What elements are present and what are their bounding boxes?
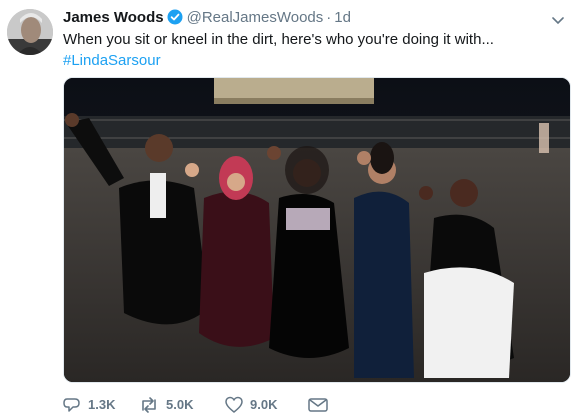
like-button[interactable]: 9.0K — [225, 395, 277, 415]
separator-dot: · — [326, 9, 332, 26]
chevron-down-icon[interactable] — [552, 12, 564, 30]
like-count: 9.0K — [250, 397, 278, 412]
retweet-icon — [139, 396, 159, 414]
dm-button[interactable] — [308, 395, 328, 415]
tweet-text: When you sit or kneel in the dirt, here'… — [63, 31, 494, 48]
tweet-header: James Woods @RealJamesWoods · 1d — [63, 8, 351, 28]
reply-count: 1.3K — [88, 397, 116, 412]
tweet[interactable]: James Woods @RealJamesWoods · 1d When you s… — [0, 0, 574, 416]
hashtag-link[interactable]: #LindaSarsour — [63, 50, 161, 71]
tweet-photo[interactable] — [63, 77, 571, 383]
heart-icon — [225, 396, 243, 414]
timestamp[interactable]: 1d — [334, 9, 351, 26]
retweet-button[interactable]: 5.0K — [139, 395, 193, 415]
author-name[interactable]: James Woods — [63, 9, 164, 26]
reply-button[interactable]: 1.3K — [63, 395, 115, 415]
author-handle[interactable]: @RealJamesWoods — [187, 9, 324, 26]
reply-icon — [63, 396, 81, 414]
retweet-count: 5.0K — [166, 397, 194, 412]
verified-badge-icon — [167, 9, 183, 31]
avatar[interactable] — [7, 9, 53, 55]
envelope-icon — [308, 397, 328, 413]
